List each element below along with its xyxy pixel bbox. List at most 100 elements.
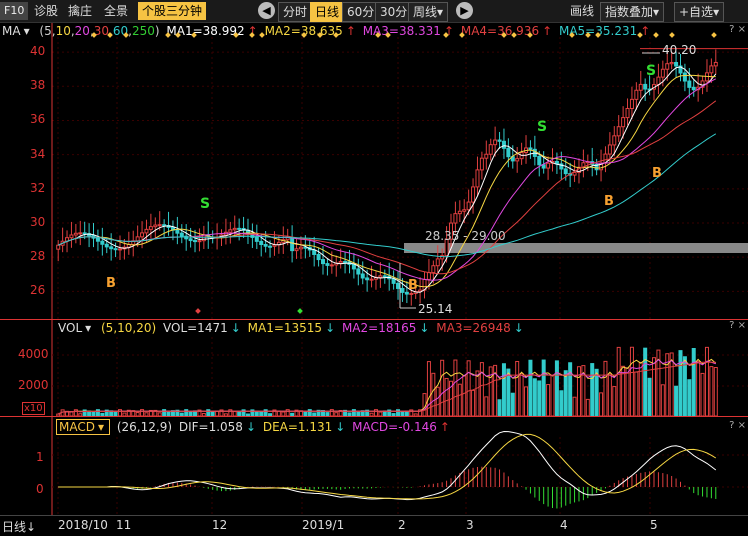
candle-body bbox=[95, 237, 100, 242]
sell-signal: S bbox=[646, 63, 656, 79]
candle-body bbox=[153, 224, 158, 228]
volume-bar bbox=[585, 398, 590, 416]
candle-body bbox=[435, 258, 440, 267]
f10-button[interactable]: F10 bbox=[0, 2, 29, 20]
volume-bar bbox=[550, 375, 555, 416]
buy-signal: B bbox=[106, 276, 116, 291]
volume-bar bbox=[431, 372, 436, 416]
price-y-tick: 28 bbox=[30, 249, 46, 264]
candle-body bbox=[69, 234, 74, 239]
capture-button[interactable]: 擒庄 bbox=[64, 2, 96, 20]
volume-chart-svg bbox=[51, 319, 748, 416]
volume-bar bbox=[254, 410, 259, 416]
candle-body bbox=[82, 232, 87, 235]
buy-signal: B bbox=[408, 278, 418, 293]
macd-panel: MACD ▾ (26,12,9) DIF=1.058 ↓ DEA=1.131 ↓ MA… bbox=[0, 417, 748, 515]
volume-bar bbox=[638, 361, 643, 416]
next-icon[interactable]: ▶ bbox=[456, 2, 473, 19]
volume-bar bbox=[629, 346, 634, 416]
candle-body bbox=[369, 278, 374, 281]
index-overlay-dropdown[interactable]: 指数叠加▾ bbox=[600, 2, 665, 22]
volume-bar bbox=[73, 409, 78, 416]
candle-body bbox=[396, 282, 401, 289]
macd-y-tick-1: 1 bbox=[36, 450, 44, 464]
prev-icon[interactable]: ◀ bbox=[258, 2, 275, 19]
week-dropdown[interactable]: 周线▾ bbox=[408, 2, 449, 22]
volume-bar bbox=[162, 409, 167, 416]
add-watch-dropdown[interactable]: +自选▾ bbox=[674, 2, 725, 22]
candle-body bbox=[298, 246, 303, 250]
signal-diamond bbox=[385, 32, 391, 38]
vol-unit-badge: x10 bbox=[22, 402, 45, 415]
volume-bars bbox=[56, 346, 718, 416]
volume-bar bbox=[484, 396, 489, 416]
volume-bar bbox=[576, 366, 581, 416]
volume-bar bbox=[237, 410, 242, 416]
sell-signal: S bbox=[200, 196, 210, 212]
candle-body bbox=[356, 268, 361, 275]
volume-bar bbox=[144, 412, 149, 416]
period-selector[interactable]: 日线↓ bbox=[2, 518, 36, 535]
volume-bar bbox=[307, 409, 312, 416]
add-watch-label: +自选 bbox=[679, 5, 714, 19]
period-tab-1[interactable]: 日线 bbox=[310, 2, 345, 22]
candle-body bbox=[351, 263, 356, 270]
candle-body bbox=[563, 168, 568, 175]
candle-body bbox=[572, 171, 577, 176]
diagnose-button[interactable]: 诊股 bbox=[30, 2, 62, 20]
candle-body bbox=[656, 76, 661, 86]
volume-bar bbox=[607, 373, 612, 416]
fullscreen-button[interactable]: 全景 bbox=[100, 2, 132, 20]
volume-bar bbox=[524, 386, 529, 416]
volume-bar bbox=[700, 372, 705, 416]
draw-line-button[interactable]: 画线 bbox=[566, 2, 598, 20]
signal-diamond bbox=[91, 32, 97, 38]
volume-bar bbox=[572, 396, 577, 416]
candle-body bbox=[175, 229, 180, 234]
sell-signal: S bbox=[537, 119, 547, 135]
candle-body bbox=[691, 86, 696, 91]
signal-diamond bbox=[191, 32, 197, 38]
candle-body bbox=[479, 157, 484, 171]
ma1-line bbox=[57, 66, 717, 293]
candle-body bbox=[660, 68, 665, 78]
period-tab-0[interactable]: 分时 bbox=[278, 2, 313, 22]
candle-body bbox=[329, 264, 334, 267]
candle-body bbox=[157, 224, 162, 227]
volume-bar bbox=[413, 413, 418, 416]
volume-bar bbox=[554, 360, 559, 416]
candle-body bbox=[687, 80, 692, 88]
mode-button[interactable]: 个股三分钟 bbox=[138, 2, 207, 20]
volume-bar bbox=[400, 411, 405, 416]
period-tab-3[interactable]: 30分 bbox=[375, 2, 413, 22]
candle-body bbox=[616, 126, 621, 137]
volume-bar bbox=[378, 411, 383, 416]
candle-body bbox=[104, 243, 109, 248]
volume-bar bbox=[444, 377, 449, 416]
candle-body bbox=[674, 61, 679, 67]
volume-bar bbox=[303, 411, 308, 416]
candle-body bbox=[713, 61, 718, 67]
volume-bar bbox=[215, 410, 220, 416]
x-axis: 日线↓ 2018/10 11 12 2019/1 2 3 4 5 bbox=[0, 515, 748, 536]
candle-body bbox=[259, 240, 264, 246]
candle-body bbox=[546, 162, 551, 169]
volume-bar bbox=[285, 409, 290, 416]
volume-bar bbox=[157, 412, 162, 416]
volume-bar bbox=[184, 409, 189, 416]
volume-bar bbox=[440, 359, 445, 416]
candle-body bbox=[528, 147, 533, 150]
x-label-0: 2018/10 bbox=[58, 518, 108, 532]
volume-bar bbox=[462, 375, 467, 416]
volume-bar bbox=[223, 413, 228, 416]
chevron-down-icon: ▾ bbox=[653, 5, 660, 19]
high-label: 40.20 bbox=[662, 43, 696, 57]
price-y-tick: 30 bbox=[30, 215, 46, 229]
volume-bar bbox=[95, 409, 100, 416]
candle-body bbox=[471, 186, 476, 203]
buy-signal: B bbox=[652, 166, 662, 181]
candle-body bbox=[268, 245, 273, 248]
candle-body bbox=[365, 277, 370, 281]
candle-body bbox=[325, 263, 330, 266]
period-tab-2[interactable]: 60分 bbox=[342, 2, 380, 22]
